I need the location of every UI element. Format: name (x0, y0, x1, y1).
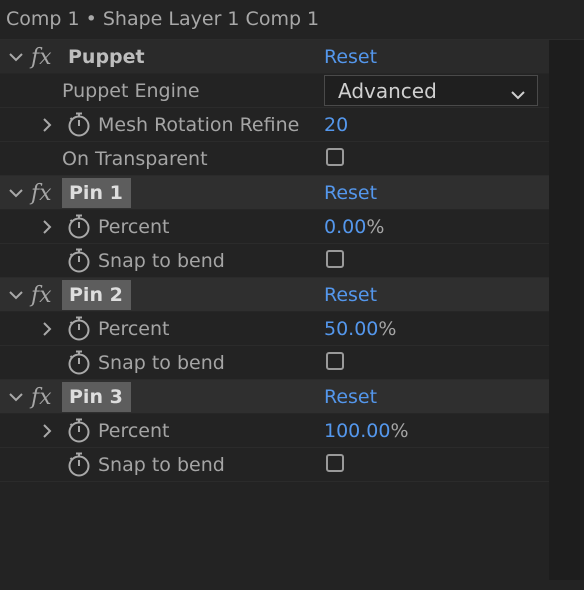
property-row-mesh-rotation-refine: Mesh Rotation Refine 20 (0, 108, 549, 142)
percent-number[interactable]: 50.00 (324, 318, 378, 340)
chevron-down-icon[interactable] (6, 278, 26, 312)
fx-toggle-icon[interactable]: fx (31, 41, 52, 73)
chevron-right-icon[interactable] (37, 414, 57, 448)
puppet-engine-dropdown[interactable]: Advanced (324, 75, 538, 106)
chevron-right-icon[interactable] (37, 210, 57, 244)
chevron-right-icon[interactable] (37, 312, 57, 346)
effect-name: Pin 1 (62, 178, 131, 208)
chevron-down-icon[interactable] (6, 380, 26, 414)
snap-to-bend-checkbox[interactable] (326, 250, 344, 268)
property-label: Percent (98, 216, 170, 238)
stopwatch-icon[interactable] (66, 210, 92, 244)
property-row-snap-to-bend: Snap to bend (0, 448, 549, 482)
stopwatch-icon[interactable] (66, 108, 92, 142)
stopwatch-icon[interactable] (66, 414, 92, 448)
percent-value[interactable]: 100.00% (324, 414, 409, 448)
property-label: On Transparent (62, 148, 208, 170)
panel-title-bar: Comp 1 • Shape Layer 1 Comp 1 (0, 0, 584, 40)
snap-to-bend-checkbox[interactable] (326, 352, 344, 370)
stopwatch-icon[interactable] (66, 448, 92, 482)
panel-title: Comp 1 • Shape Layer 1 Comp 1 (6, 8, 320, 30)
snap-to-bend-checkbox[interactable] (326, 454, 344, 472)
percent-value[interactable]: 50.00% (324, 312, 396, 346)
effect-header-pin-2[interactable]: fx Pin 2 Reset (0, 278, 549, 312)
percent-unit: % (366, 216, 385, 238)
effect-name: Puppet (68, 46, 145, 68)
effect-controls-panel: fx Puppet Reset Puppet Engine Advanced M… (0, 40, 549, 590)
property-row-snap-to-bend: Snap to bend (0, 244, 549, 278)
property-label: Mesh Rotation Refine (98, 114, 300, 136)
percent-value[interactable]: 0.00% (324, 210, 384, 244)
fx-toggle-icon[interactable]: fx (31, 381, 52, 413)
property-row-on-transparent: On Transparent (0, 142, 549, 176)
property-label: Snap to bend (98, 454, 225, 476)
chevron-down-icon (511, 85, 525, 104)
property-label: Percent (98, 318, 170, 340)
reset-button[interactable]: Reset (324, 380, 377, 414)
reset-button[interactable]: Reset (324, 176, 377, 210)
property-row-percent: Percent 100.00% (0, 414, 549, 448)
chevron-down-icon[interactable] (6, 40, 26, 74)
reset-button[interactable]: Reset (324, 278, 377, 312)
on-transparent-checkbox[interactable] (326, 148, 344, 166)
effect-name: Pin 3 (62, 382, 131, 412)
property-label: Snap to bend (98, 250, 225, 272)
property-row-puppet-engine: Puppet Engine Advanced (0, 74, 549, 108)
effect-name: Pin 2 (62, 280, 131, 310)
dropdown-value: Advanced (338, 78, 437, 103)
property-row-percent: Percent 50.00% (0, 312, 549, 346)
property-label: Snap to bend (98, 352, 225, 374)
fx-toggle-icon[interactable]: fx (31, 177, 52, 209)
property-row-percent: Percent 0.00% (0, 210, 549, 244)
stopwatch-icon[interactable] (66, 312, 92, 346)
property-row-snap-to-bend: Snap to bend (0, 346, 549, 380)
percent-number[interactable]: 0.00 (324, 216, 366, 238)
percent-unit: % (378, 318, 397, 340)
chevron-down-icon[interactable] (6, 176, 26, 210)
vertical-scrollbar[interactable] (549, 40, 584, 580)
effect-header-puppet[interactable]: fx Puppet Reset (0, 40, 549, 74)
mesh-rotation-refine-value[interactable]: 20 (324, 108, 348, 142)
stopwatch-icon[interactable] (66, 244, 92, 278)
property-label: Percent (98, 420, 170, 442)
stopwatch-icon[interactable] (66, 346, 92, 380)
reset-button[interactable]: Reset (324, 40, 377, 74)
effect-header-pin-1[interactable]: fx Pin 1 Reset (0, 176, 549, 210)
fx-toggle-icon[interactable]: fx (31, 279, 52, 311)
percent-number[interactable]: 100.00 (324, 420, 390, 442)
percent-unit: % (390, 420, 409, 442)
effect-header-pin-3[interactable]: fx Pin 3 Reset (0, 380, 549, 414)
chevron-right-icon[interactable] (37, 108, 57, 142)
property-label: Puppet Engine (62, 80, 200, 102)
